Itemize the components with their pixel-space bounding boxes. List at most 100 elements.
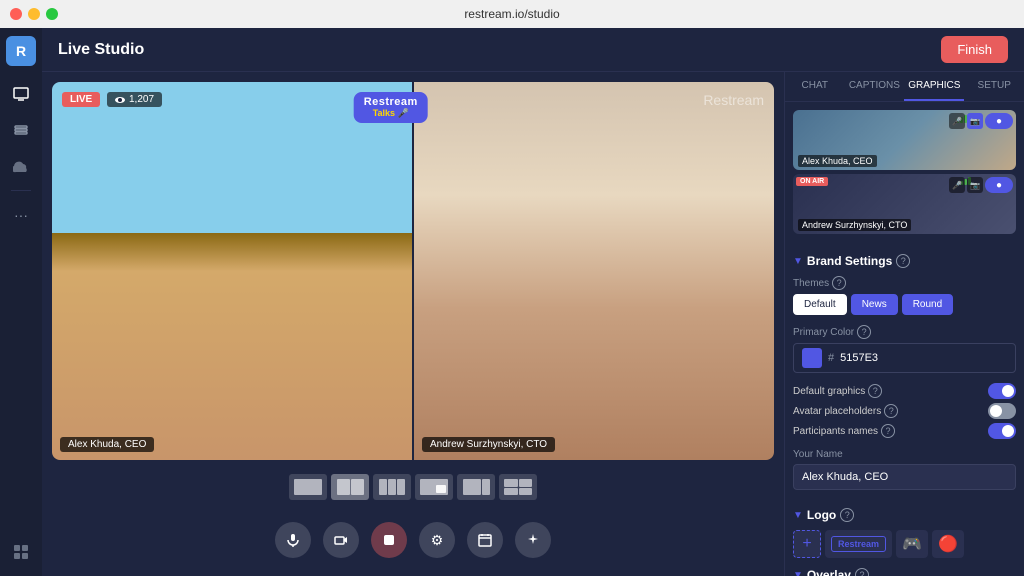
layout-single[interactable] <box>289 474 327 500</box>
layout-triple[interactable] <box>373 474 411 500</box>
minimize-button[interactable] <box>28 8 40 20</box>
logo-emoji-2[interactable]: 🔴 <box>932 530 964 558</box>
tab-graphics[interactable]: GRAPHICS <box>904 72 964 101</box>
sidebar-item-more[interactable]: ··· <box>5 199 37 231</box>
eye-icon <box>115 95 125 105</box>
themes-info[interactable]: ? <box>832 276 846 290</box>
primary-color-section: Primary Color ? # 5157E3 <box>793 325 1016 373</box>
sidebar-item-layers[interactable] <box>5 114 37 146</box>
p1-toggle-ctrl[interactable]: ● <box>985 113 1013 129</box>
themes-label: Themes ? <box>793 276 1016 290</box>
sidebar-divider <box>11 190 31 191</box>
primary-color-label: Primary Color ? <box>793 325 1016 339</box>
panel-content: ▼ Brand Settings ? Themes ? Default News <box>785 242 1024 576</box>
panel-tabs: CHAT CAPTIONS GRAPHICS SETUP <box>785 72 1024 102</box>
toggle-participants-switch[interactable] <box>988 423 1016 439</box>
layout-pip[interactable] <box>415 474 453 500</box>
toggle-avatar-switch[interactable] <box>988 403 1016 419</box>
toggle-participants: Participants names ? <box>793 423 1016 439</box>
toggle-default-graphics-switch[interactable] <box>988 383 1016 399</box>
video-split: Alex Khuda, CEO Andrew Surzhynskyi, CTO <box>52 82 774 460</box>
name-tag-left: Alex Khuda, CEO <box>60 437 154 452</box>
layout-selector <box>52 468 774 506</box>
mic-button[interactable] <box>275 522 311 558</box>
p1-mic-ctrl[interactable]: 🎤 <box>949 113 965 129</box>
layout-grid[interactable] <box>499 474 537 500</box>
page-title: Live Studio <box>58 41 144 59</box>
brand-settings-title: Brand Settings <box>807 254 892 268</box>
color-swatch[interactable] <box>802 348 822 368</box>
theme-buttons: Default News Round <box>793 294 1016 315</box>
url-bar[interactable]: restream.io/studio <box>464 7 559 21</box>
p2-mic-ctrl[interactable]: 🎤 <box>949 177 965 193</box>
color-value: 5157E3 <box>840 352 1007 364</box>
logo-title: Logo <box>807 508 836 522</box>
toggle-default-graphics-knob <box>1002 385 1014 397</box>
left-sidebar: R ··· <box>0 28 42 576</box>
live-badge: LIVE <box>62 92 100 107</box>
toggle-default-graphics: Default graphics ? <box>793 383 1016 399</box>
toggle-avatar: Avatar placeholders ? <box>793 403 1016 419</box>
app-header: Live Studio Finish <box>42 28 1024 72</box>
maximize-button[interactable] <box>46 8 58 20</box>
overlay-logo-text: Restream <box>364 96 418 108</box>
window-controls[interactable] <box>10 8 58 20</box>
tab-chat[interactable]: CHAT <box>785 72 845 101</box>
live-label: LIVE <box>70 94 92 105</box>
theme-round-button[interactable]: Round <box>902 294 953 315</box>
settings-button[interactable]: ⚙ <box>419 522 455 558</box>
restream-talks-badge: Restream Talks 🎤 <box>354 92 428 123</box>
studio-area: LIVE 1,207 Restream Talks 🎤 Res <box>42 72 1024 576</box>
overlay-title: Overlay <box>807 568 851 576</box>
toggle-avatar-label: Avatar placeholders ? <box>793 404 898 418</box>
logo-emoji-1[interactable]: 🎮 <box>896 530 928 558</box>
sidebar-item-cloud[interactable] <box>5 150 37 182</box>
default-graphics-info[interactable]: ? <box>868 384 882 398</box>
overlay-info[interactable]: ? <box>855 568 869 576</box>
avatar-info[interactable]: ? <box>884 404 898 418</box>
tab-captions[interactable]: CAPTIONS <box>845 72 905 101</box>
toggle-participants-label: Participants names ? <box>793 424 895 438</box>
theme-news-button[interactable]: News <box>851 294 898 315</box>
end-stream-button[interactable] <box>371 522 407 558</box>
app-logo[interactable]: R <box>6 36 36 66</box>
logo-add-button[interactable]: + <box>793 530 821 558</box>
sparkle-icon <box>526 533 540 547</box>
effects-button[interactable] <box>515 522 551 558</box>
viewer-count: 1,207 <box>107 92 162 107</box>
video-overlay-logo: Restream Talks 🎤 <box>354 92 428 123</box>
toggle-participants-knob <box>1002 425 1014 437</box>
person-left-bg <box>52 82 412 460</box>
your-name-label: Your Name <box>793 449 1016 460</box>
logo-restream[interactable]: Restream <box>825 530 892 558</box>
layout-split[interactable] <box>331 474 369 500</box>
sidebar-item-display[interactable] <box>5 78 37 110</box>
layout-side[interactable] <box>457 474 495 500</box>
participant-2-controls: 🎤 📷 ● <box>949 177 1013 193</box>
participant-1-controls: 🎤 📷 ● <box>949 113 1013 129</box>
color-info[interactable]: ? <box>857 325 871 339</box>
toggles-section: Default graphics ? Avatar placeholders ? <box>793 383 1016 439</box>
themes-section: Themes ? Default News Round <box>793 276 1016 315</box>
sidebar-bottom <box>5 536 37 568</box>
sidebar-item-grid[interactable] <box>5 536 37 568</box>
participants-info[interactable]: ? <box>881 424 895 438</box>
participant-2: ON AIR 🎤 📷 ● Andrew Surzhynskyi, CTO <box>793 174 1016 234</box>
camera-button[interactable] <box>323 522 359 558</box>
color-hash: # <box>828 352 834 364</box>
overlay-arrow: ▼ <box>793 570 803 576</box>
participant-1: 🎤 📷 ● Alex Khuda, CEO <box>793 110 1016 170</box>
brand-settings-info[interactable]: ? <box>896 254 910 268</box>
close-button[interactable] <box>10 8 22 20</box>
p2-toggle-ctrl[interactable]: ● <box>985 177 1013 193</box>
tab-setup[interactable]: SETUP <box>964 72 1024 101</box>
color-picker-row[interactable]: # 5157E3 <box>793 343 1016 373</box>
schedule-button[interactable] <box>467 522 503 558</box>
p1-cam-ctrl[interactable]: 📷 <box>967 113 983 129</box>
theme-default-button[interactable]: Default <box>793 294 847 315</box>
logo-info[interactable]: ? <box>840 508 854 522</box>
finish-button[interactable]: Finish <box>941 36 1008 63</box>
p2-cam-ctrl[interactable]: 📷 <box>967 177 983 193</box>
your-name-input[interactable] <box>793 464 1016 490</box>
logo-header: ▼ Logo ? <box>793 508 1016 522</box>
